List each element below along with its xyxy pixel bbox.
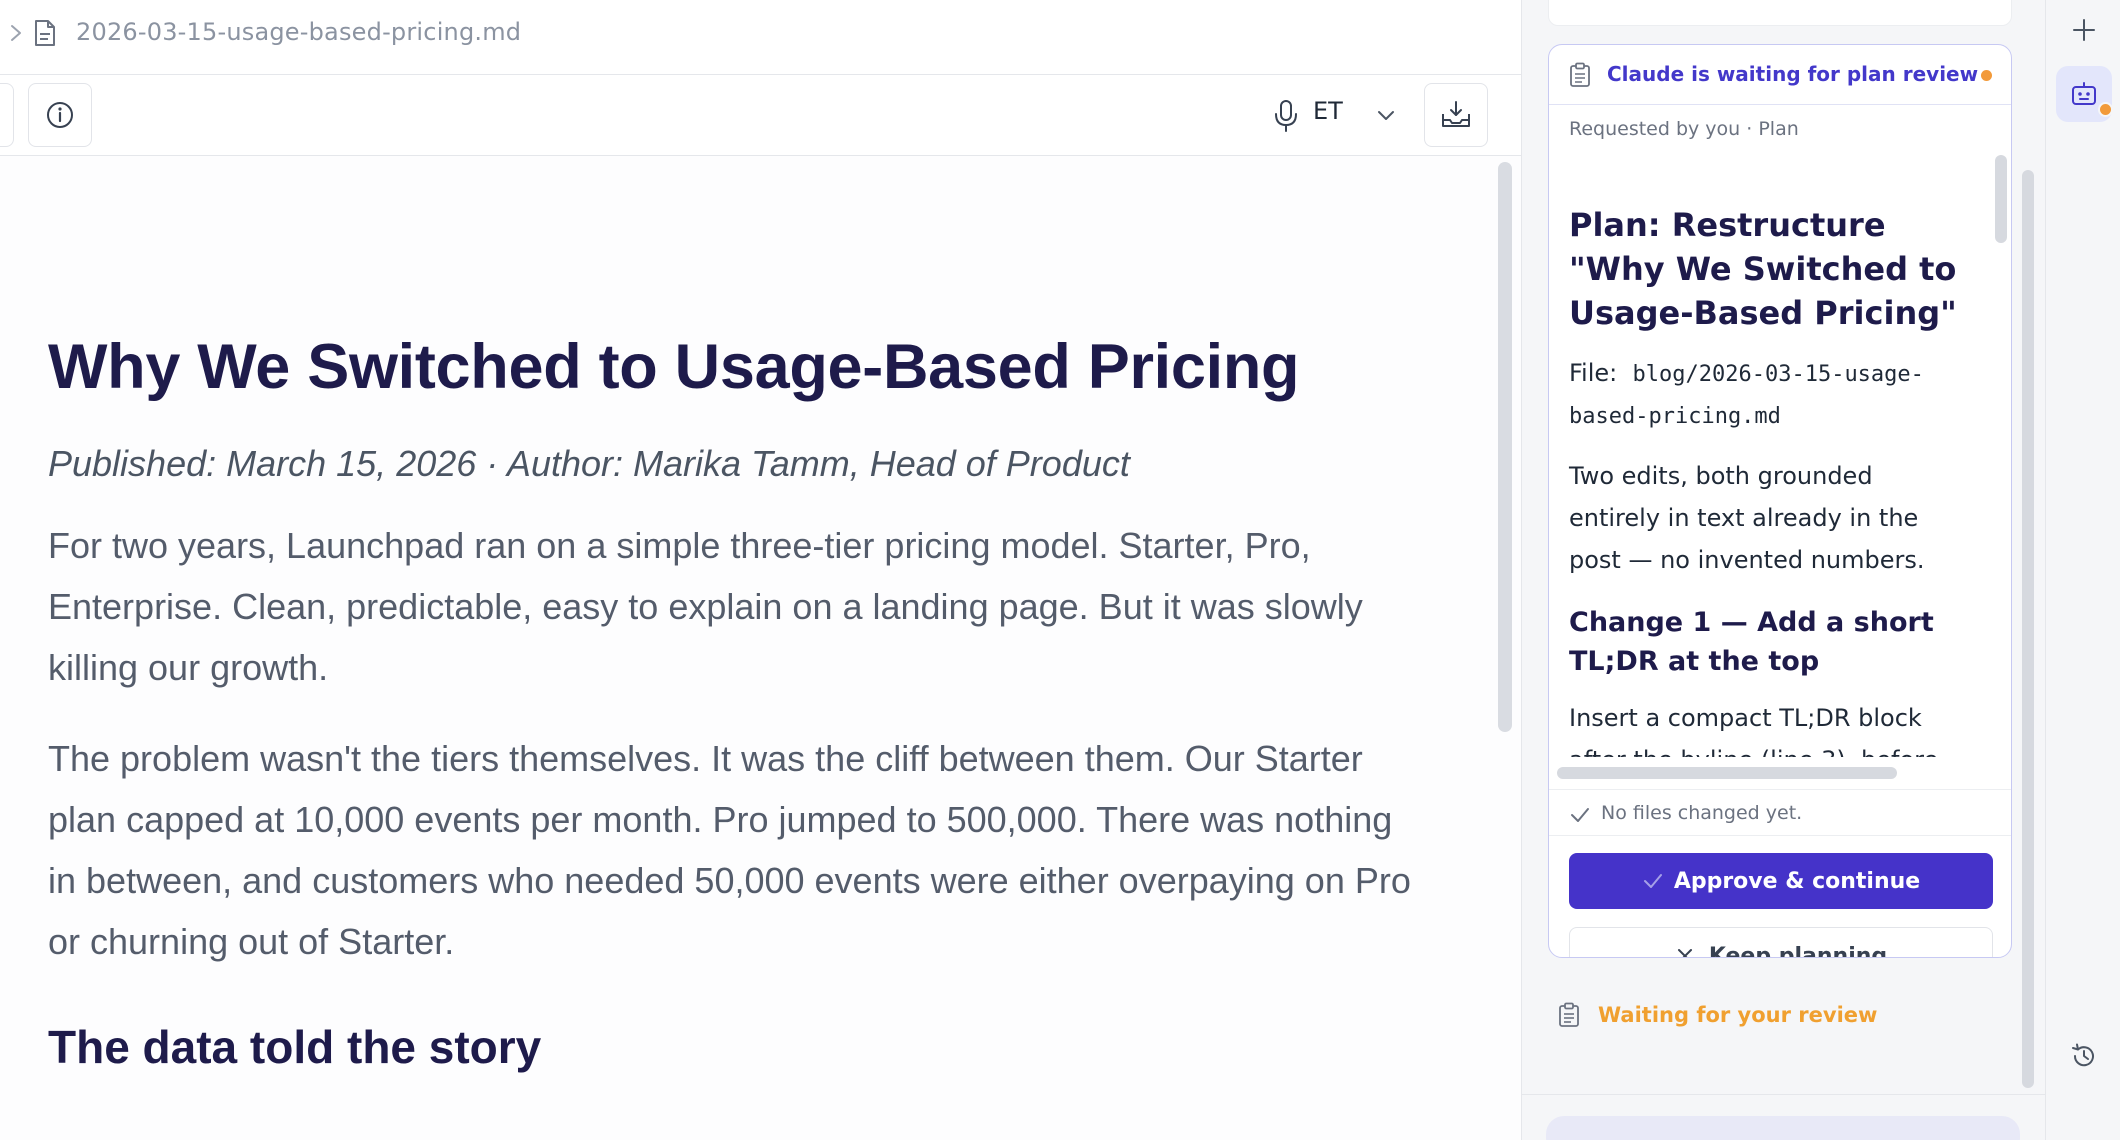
- document-byline: Published: March 15, 2026 · Author: Mari…: [48, 442, 1130, 484]
- plus-icon: [2073, 19, 2095, 41]
- history-button[interactable]: [2064, 1036, 2104, 1076]
- clipboard-icon: [1559, 1002, 1579, 1027]
- language-select-value[interactable]: ET: [1313, 97, 1343, 125]
- plan-file-line: File: blog/2026-03-15-usage-based-pricin…: [1569, 353, 1969, 437]
- new-chat-button[interactable]: [2064, 10, 2104, 50]
- plan-file-status: No files changed yet.: [1549, 789, 2011, 836]
- toolbar-button-partial[interactable]: [0, 83, 14, 147]
- file-icon: [35, 20, 55, 46]
- plan-vertical-scrollbar[interactable]: [1995, 155, 2007, 243]
- assistant-sidebar: Claude is waiting for plan review Reques…: [1521, 0, 2046, 1140]
- document-section-heading: The data told the story: [48, 1020, 542, 1073]
- plan-status-text: No files changed yet.: [1601, 802, 1803, 824]
- waiting-status: Waiting for your review: [1558, 998, 1877, 1032]
- plan-content[interactable]: Plan: Restructure "Why We Switched to Us…: [1549, 151, 1989, 757]
- download-button[interactable]: [1424, 83, 1488, 147]
- plan-change-heading: Change 1 — Add a short TL;DR at the top: [1569, 607, 1934, 677]
- plan-card-title: Claude is waiting for plan review: [1607, 62, 1979, 86]
- document-paragraph: The problem wasn't the tiers themselves.…: [48, 737, 1411, 962]
- clipboard-icon: [1570, 62, 1590, 87]
- bot-icon: [2072, 82, 2096, 105]
- plan-horizontal-scrollbar[interactable]: [1557, 767, 1897, 779]
- breadcrumb-filename[interactable]: 2026-03-15-usage-based-pricing.md: [76, 18, 521, 46]
- document-content[interactable]: Why We Switched to Usage-Based Pricing P…: [48, 330, 1428, 1074]
- previous-message-card: [1548, 0, 2012, 26]
- keep-planning-label: Keep planning: [1708, 943, 1888, 958]
- check-icon: [1571, 808, 1589, 822]
- plan-card-header: Claude is waiting for plan review: [1549, 45, 2011, 105]
- notification-dot: [2098, 102, 2113, 117]
- right-rail: [2045, 0, 2120, 1140]
- history-icon: [2072, 1043, 2094, 1067]
- info-icon: [47, 102, 73, 128]
- sidebar-scrollbar[interactable]: [2022, 170, 2034, 1088]
- document-title: Why We Switched to Usage-Based Pricing: [48, 332, 1300, 402]
- close-icon: [1677, 949, 1692, 957]
- divider: [1522, 1094, 2046, 1095]
- microphone-icon[interactable]: [1270, 99, 1302, 133]
- approve-button-label: Approve & continue: [1673, 868, 1921, 894]
- status-dot: [1981, 70, 1992, 81]
- assistant-button[interactable]: [2056, 66, 2113, 122]
- chat-input[interactable]: [1546, 1116, 2020, 1140]
- document-paragraph: For two years, Launchpad ran on a simple…: [48, 524, 1363, 688]
- download-icon: [1442, 101, 1470, 127]
- chevron-down-icon[interactable]: [1374, 103, 1398, 127]
- keep-planning-button[interactable]: Keep planning: [1569, 927, 1993, 958]
- approve-continue-button[interactable]: Approve & continue: [1569, 853, 1993, 909]
- waiting-status-text: Waiting for your review: [1598, 1003, 1878, 1027]
- plan-file-path: blog/2026-03-15-usage-based-pricing.md: [1569, 362, 1924, 429]
- plan-summary: Two edits, both grounded entirely in tex…: [1569, 462, 1925, 574]
- plan-file-label: File:: [1569, 359, 1618, 387]
- editor-scrollbar[interactable]: [1498, 162, 1512, 732]
- plan-heading: Plan: Restructure "Why We Switched to Us…: [1569, 206, 1957, 332]
- plan-change-text: Insert a compact TL;DR block after the b…: [1569, 704, 1938, 757]
- plan-request-meta: Requested by you · Plan: [1569, 118, 1799, 140]
- editor-toolbar: ET: [0, 75, 1521, 156]
- check-icon: [1643, 874, 1662, 888]
- editor-pane: 2026-03-15-usage-based-pricing.md ET Why…: [0, 0, 1521, 1140]
- chevron-right-icon[interactable]: [6, 22, 26, 44]
- plan-review-card: Claude is waiting for plan review Reques…: [1548, 44, 2012, 958]
- info-button[interactable]: [28, 83, 92, 147]
- breadcrumb: 2026-03-15-usage-based-pricing.md: [0, 0, 1521, 75]
